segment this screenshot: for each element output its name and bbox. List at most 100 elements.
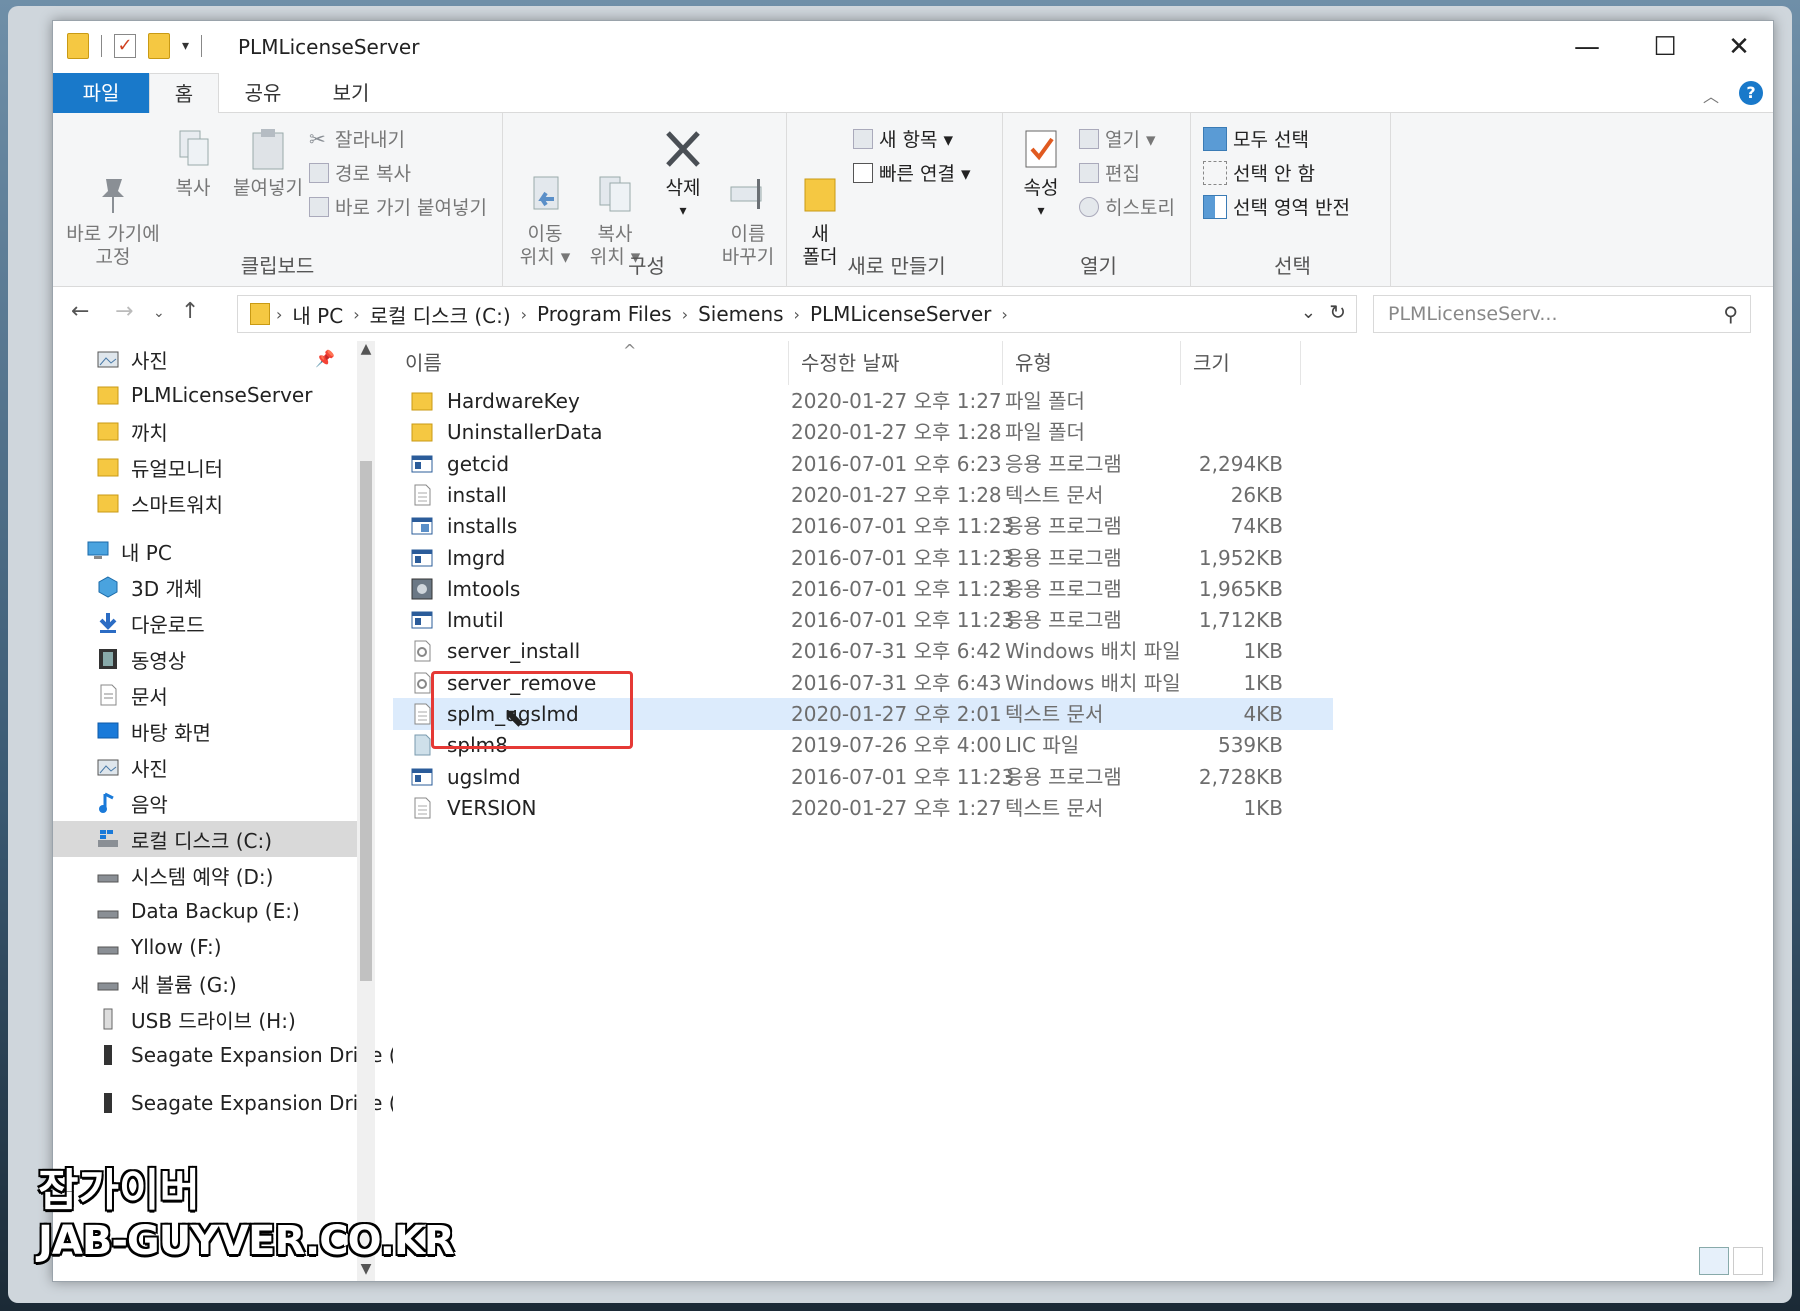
search-icon[interactable]: ⚲ bbox=[1723, 302, 1738, 326]
tab-view[interactable]: 보기 bbox=[311, 73, 391, 113]
recent-locations-chevron-icon[interactable]: ⌄ bbox=[153, 305, 165, 321]
pin-to-quick-access-button[interactable]: 바로 가기에 고정 bbox=[61, 127, 165, 269]
nav-item[interactable]: 3D 개체 bbox=[53, 569, 363, 605]
column-header-date[interactable]: 수정한 날짜 bbox=[789, 341, 1003, 385]
application-icon bbox=[411, 609, 433, 631]
edit-button[interactable]: 편집 bbox=[1079, 159, 1140, 186]
nav-item[interactable]: Yllow (F:) bbox=[53, 929, 363, 965]
file-row[interactable]: lmutil 2016-07-01 오후 11:23 응용 프로그램 1,712KB bbox=[393, 604, 1333, 636]
refresh-icon[interactable]: ↻ bbox=[1329, 300, 1346, 324]
column-header-name[interactable]: 이름 ^ bbox=[393, 341, 789, 385]
pin-icon[interactable]: 📌 bbox=[315, 349, 335, 368]
new-item-button[interactable]: 새 항목 ▾ bbox=[853, 125, 953, 152]
delete-button[interactable]: 삭제 ▾ bbox=[653, 127, 713, 223]
computer-icon bbox=[87, 540, 111, 562]
details-view-icon[interactable] bbox=[1699, 1247, 1729, 1275]
nav-item-label: Seagate Expansion Drive (J bbox=[131, 1043, 393, 1067]
nav-item[interactable]: 듀얼모니터 bbox=[53, 449, 363, 485]
nav-item[interactable]: 문서 bbox=[53, 677, 363, 713]
search-box[interactable]: PLMLicenseServ... ⚲ bbox=[1373, 295, 1751, 333]
customize-dropdown-icon[interactable]: ▾ bbox=[182, 38, 189, 54]
breadcrumb-local-disk[interactable]: 로컬 디스크 (C:) bbox=[360, 300, 521, 329]
nav-item[interactable]: Seagate Expansion Drive (J:) bbox=[53, 1085, 393, 1121]
file-row[interactable]: lmtools 2016-07-01 오후 11:23 응용 프로그램 1,965KB bbox=[393, 573, 1333, 605]
file-row[interactable]: install 2020-01-27 오후 1:28 텍스트 문서 26KB bbox=[393, 479, 1333, 511]
file-row[interactable]: HardwareKey 2020-01-27 오후 1:27 파일 폴더 bbox=[393, 385, 1333, 417]
move-to-button[interactable]: 이동 위치 ▾ bbox=[511, 127, 579, 269]
nav-item[interactable]: 새 볼륨 (G:) bbox=[53, 965, 363, 1001]
history-button[interactable]: 히스토리 bbox=[1079, 193, 1175, 220]
select-none-button[interactable]: 선택 안 함 bbox=[1203, 159, 1315, 186]
breadcrumb-this-pc[interactable]: 내 PC bbox=[282, 300, 353, 329]
nav-item[interactable]: 동영상 bbox=[53, 641, 363, 677]
nav-item[interactable]: 다운로드 bbox=[53, 605, 363, 641]
nav-item[interactable]: 바탕 화면 bbox=[53, 713, 363, 749]
nav-item[interactable]: Seagate Expansion Drive (J bbox=[53, 1037, 393, 1073]
address-dropdown-icon[interactable]: ⌄ bbox=[1301, 302, 1316, 323]
new-folder-icon[interactable] bbox=[148, 33, 170, 59]
help-icon[interactable]: ? bbox=[1739, 81, 1763, 105]
file-row[interactable]: VERSION 2020-01-27 오후 1:27 텍스트 문서 1KB bbox=[393, 792, 1333, 824]
file-size: 74KB bbox=[1230, 514, 1283, 539]
nav-item[interactable]: Data Backup (E:) bbox=[53, 893, 363, 929]
paste-button[interactable]: 붙여넣기 bbox=[223, 127, 313, 200]
tab-share[interactable]: 공유 bbox=[223, 73, 303, 113]
nav-item[interactable]: 음악 bbox=[53, 785, 363, 821]
properties-check-icon[interactable]: ✓ bbox=[114, 34, 136, 58]
maximize-button[interactable]: ☐ bbox=[1631, 29, 1699, 67]
scroll-up-icon[interactable]: ▲ bbox=[357, 341, 375, 363]
nav-item[interactable]: 시스템 예약 (D:) bbox=[53, 857, 363, 893]
tab-home[interactable]: 홈 bbox=[149, 73, 219, 114]
tab-file[interactable]: 파일 bbox=[53, 73, 149, 113]
folder-icon[interactable] bbox=[67, 33, 89, 59]
organize-group-label: 구성 bbox=[628, 254, 665, 278]
nav-item[interactable]: 내 PC bbox=[53, 533, 363, 569]
nav-scrollbar[interactable]: ▲ ▼ bbox=[357, 341, 375, 1281]
copy-to-button[interactable]: 복사 위치 ▾ bbox=[581, 127, 649, 269]
nav-item[interactable]: 스마트워치 bbox=[53, 485, 363, 521]
back-arrow-icon[interactable]: ← bbox=[71, 299, 89, 324]
breadcrumb-siemens[interactable]: Siemens bbox=[688, 302, 793, 326]
document-icon bbox=[97, 684, 121, 706]
chevron-right-icon[interactable]: › bbox=[1001, 305, 1007, 324]
breadcrumb-plmlicenseserver[interactable]: PLMLicenseServer bbox=[800, 302, 1001, 326]
new-folder-button[interactable]: 새 폴더 bbox=[795, 127, 845, 269]
breadcrumb-program-files[interactable]: Program Files bbox=[527, 302, 682, 326]
forward-arrow-icon[interactable]: → bbox=[115, 299, 133, 324]
rename-button[interactable]: 이름 바꾸기 bbox=[713, 127, 783, 269]
up-arrow-icon[interactable]: ↑ bbox=[181, 299, 199, 324]
close-button[interactable]: ✕ bbox=[1705, 29, 1773, 67]
large-icons-view-icon[interactable] bbox=[1733, 1247, 1763, 1275]
properties-dropdown-icon[interactable]: ▾ bbox=[1011, 200, 1071, 223]
nav-item[interactable]: 사진 bbox=[53, 749, 363, 785]
properties-button[interactable]: 속성 ▾ bbox=[1011, 127, 1071, 223]
file-row[interactable]: installs 2016-07-01 오후 11:23 응용 프로그램 74KB bbox=[393, 510, 1333, 542]
nav-item[interactable]: USB 드라이브 (H:) bbox=[53, 1001, 363, 1037]
cut-button[interactable]: ✂ 잘라내기 bbox=[309, 125, 405, 152]
nav-item[interactable]: 로컬 디스크 (C:) bbox=[53, 821, 363, 857]
minimize-button[interactable]: — bbox=[1553, 29, 1621, 67]
easy-access-button[interactable]: 빠른 연결 ▾ bbox=[853, 159, 971, 186]
nav-item[interactable]: 까치 bbox=[53, 413, 363, 449]
invert-selection-button[interactable]: 선택 영역 반전 bbox=[1203, 193, 1350, 220]
file-row[interactable]: UninstallerData 2020-01-27 오후 1:28 파일 폴더 bbox=[393, 416, 1333, 448]
paste-shortcut-button[interactable]: 바로 가기 붙여넣기 bbox=[309, 193, 487, 220]
copy-button[interactable]: 복사 bbox=[165, 127, 221, 200]
file-name: ugslmd bbox=[447, 764, 521, 789]
delete-dropdown-icon[interactable]: ▾ bbox=[653, 200, 713, 223]
scroll-thumb[interactable] bbox=[360, 461, 372, 981]
file-row[interactable]: ugslmd 2016-07-01 오후 11:23 응용 프로그램 2,728KB bbox=[393, 761, 1333, 793]
file-row[interactable]: server_install 2016-07-31 오후 6:42 Windows … bbox=[393, 635, 1333, 667]
column-header-size[interactable]: 크기 bbox=[1181, 341, 1301, 385]
file-row[interactable]: getcid 2016-07-01 오후 6:23 응용 프로그램 2,294KB bbox=[393, 448, 1333, 480]
quick-access-toolbar: ✓ ▾ bbox=[67, 33, 203, 59]
column-header-type[interactable]: 유형 bbox=[1003, 341, 1181, 385]
collapse-ribbon-icon[interactable]: ︿ bbox=[1703, 83, 1719, 107]
file-type: 파일 폴더 bbox=[1005, 389, 1085, 413]
address-bar[interactable]: › 내 PC › 로컬 디스크 (C:) › Program Files › S… bbox=[237, 295, 1357, 333]
select-all-button[interactable]: 모두 선택 bbox=[1203, 125, 1309, 152]
nav-item[interactable]: PLMLicenseServer bbox=[53, 377, 363, 413]
open-button[interactable]: 열기 ▾ bbox=[1079, 125, 1156, 152]
copy-path-button[interactable]: 경로 복사 bbox=[309, 159, 411, 186]
file-row[interactable]: lmgrd 2016-07-01 오후 11:23 응용 프로그램 1,952KB bbox=[393, 542, 1333, 574]
